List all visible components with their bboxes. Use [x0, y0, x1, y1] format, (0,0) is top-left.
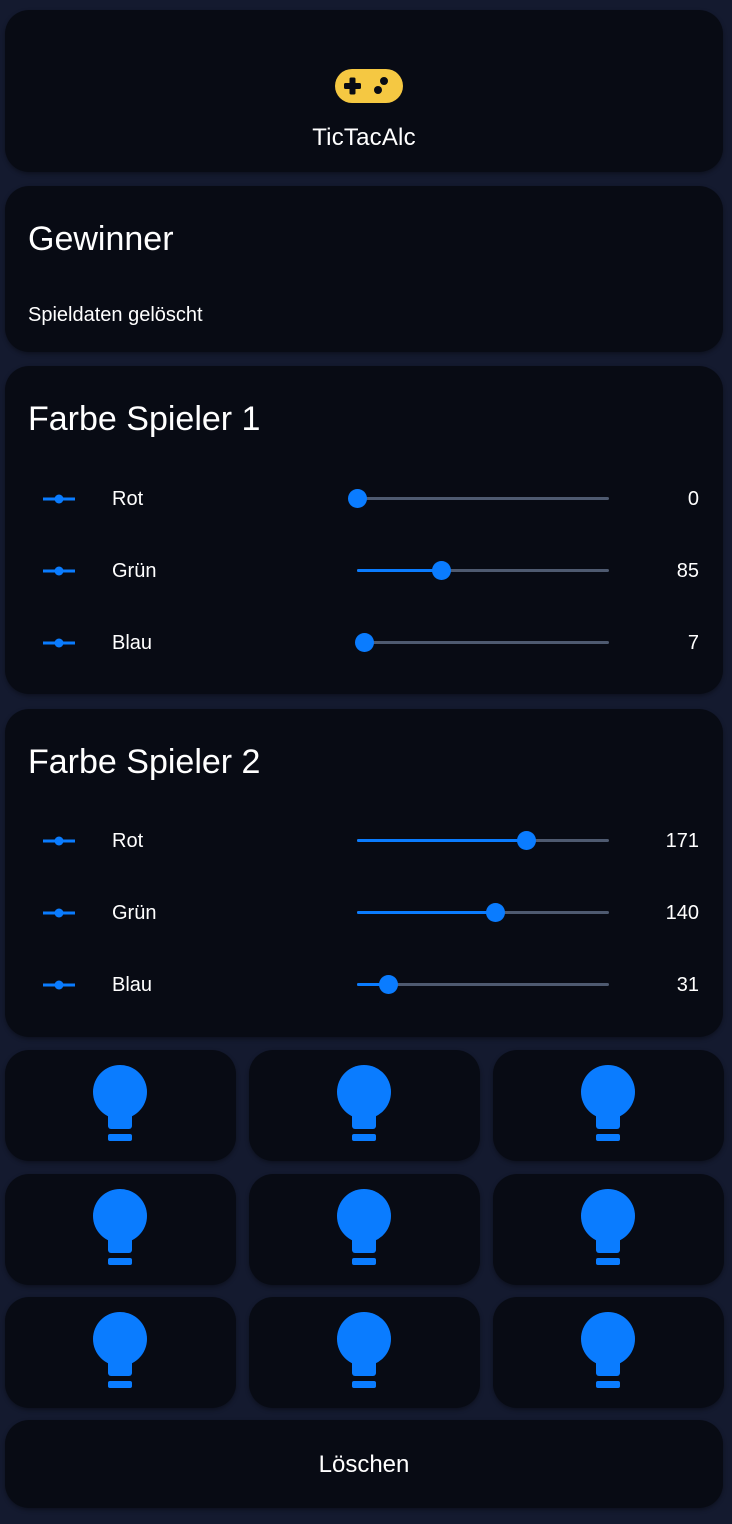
player1-red-row: Rot 0 — [5, 479, 723, 519]
player1-red-slider[interactable] — [348, 489, 609, 508]
player1-heading: Farbe Spieler 1 — [28, 400, 261, 438]
lightbulb-icon — [337, 1189, 391, 1265]
player1-green-row: Grün 85 — [5, 551, 723, 591]
player2-blue-slider[interactable] — [357, 975, 609, 994]
lightbulb-icon — [581, 1189, 635, 1265]
player2-red-slider[interactable] — [357, 831, 609, 850]
gamepad-icon — [335, 69, 403, 103]
lightbulb-icon — [337, 1065, 391, 1141]
lightbulb-icon — [93, 1065, 147, 1141]
winner-card: Gewinner Spieldaten gelöscht — [5, 186, 723, 352]
app-title: TicTacAlc — [312, 124, 416, 151]
lightbulb-icon — [337, 1312, 391, 1388]
board-cell-4[interactable] — [5, 1174, 236, 1285]
winner-status: Spieldaten gelöscht — [28, 304, 203, 326]
slider-fill — [357, 911, 496, 914]
board-cell-6[interactable] — [493, 1174, 724, 1285]
clear-button[interactable]: Löschen — [5, 1420, 723, 1508]
slider-thumb[interactable] — [378, 975, 398, 994]
lightbulb-icon — [93, 1312, 147, 1388]
player2-blue-row: Blau 31 — [5, 965, 723, 1005]
slider-thumb[interactable] — [354, 633, 374, 652]
player1-green-slider[interactable] — [357, 561, 609, 580]
board-cell-5[interactable] — [249, 1174, 480, 1285]
player1-blue-slider[interactable] — [354, 633, 609, 652]
player2-green-label: Grün — [112, 902, 157, 924]
player1-red-label: Rot — [112, 488, 144, 510]
slider-icon — [43, 638, 75, 648]
slider-thumb[interactable] — [517, 831, 537, 850]
clear-button-label: Löschen — [318, 1451, 410, 1478]
player2-green-slider[interactable] — [357, 903, 609, 922]
slider-fill — [357, 839, 527, 842]
board-cell-9[interactable] — [493, 1297, 724, 1408]
player2-green-row: Grün 140 — [5, 893, 723, 933]
slider-icon — [43, 836, 75, 846]
slider-icon — [43, 908, 75, 918]
player2-red-row: Rot 171 — [5, 821, 723, 861]
board-cell-8[interactable] — [249, 1297, 480, 1408]
board-cell-3[interactable] — [493, 1050, 724, 1161]
lightbulb-icon — [93, 1189, 147, 1265]
player1-color-card: Farbe Spieler 1 Rot 0 Grün 85 Blau 7 — [5, 366, 723, 694]
slider-thumb[interactable] — [486, 903, 506, 922]
player1-blue-label: Blau — [112, 632, 153, 654]
slider-icon — [43, 566, 75, 576]
player2-red-value: 171 — [665, 830, 699, 852]
slider-icon — [43, 980, 75, 990]
player2-red-label: Rot — [112, 830, 144, 852]
slider-icon — [43, 494, 75, 504]
winner-heading: Gewinner — [28, 220, 174, 258]
header-card: TicTacAlc — [5, 10, 723, 172]
player1-green-value: 85 — [676, 560, 699, 582]
player1-blue-value: 7 — [687, 632, 699, 654]
player2-blue-value: 31 — [676, 974, 699, 996]
player2-heading: Farbe Spieler 2 — [28, 743, 261, 781]
slider-thumb[interactable] — [431, 561, 451, 580]
board-cell-1[interactable] — [5, 1050, 236, 1161]
board-cell-7[interactable] — [5, 1297, 236, 1408]
lightbulb-icon — [581, 1312, 635, 1388]
slider-fill — [357, 569, 441, 572]
slider-thumb[interactable] — [348, 489, 367, 508]
player1-blue-row: Blau 7 — [5, 623, 723, 663]
player2-green-value: 140 — [665, 902, 699, 924]
player1-green-label: Grün — [112, 560, 157, 582]
lightbulb-icon — [581, 1065, 635, 1141]
player1-red-value: 0 — [687, 488, 699, 510]
board-cell-2[interactable] — [249, 1050, 480, 1161]
player2-color-card: Farbe Spieler 2 Rot 171 Grün 140 Blau 31 — [5, 709, 723, 1037]
player2-blue-label: Blau — [112, 974, 153, 996]
